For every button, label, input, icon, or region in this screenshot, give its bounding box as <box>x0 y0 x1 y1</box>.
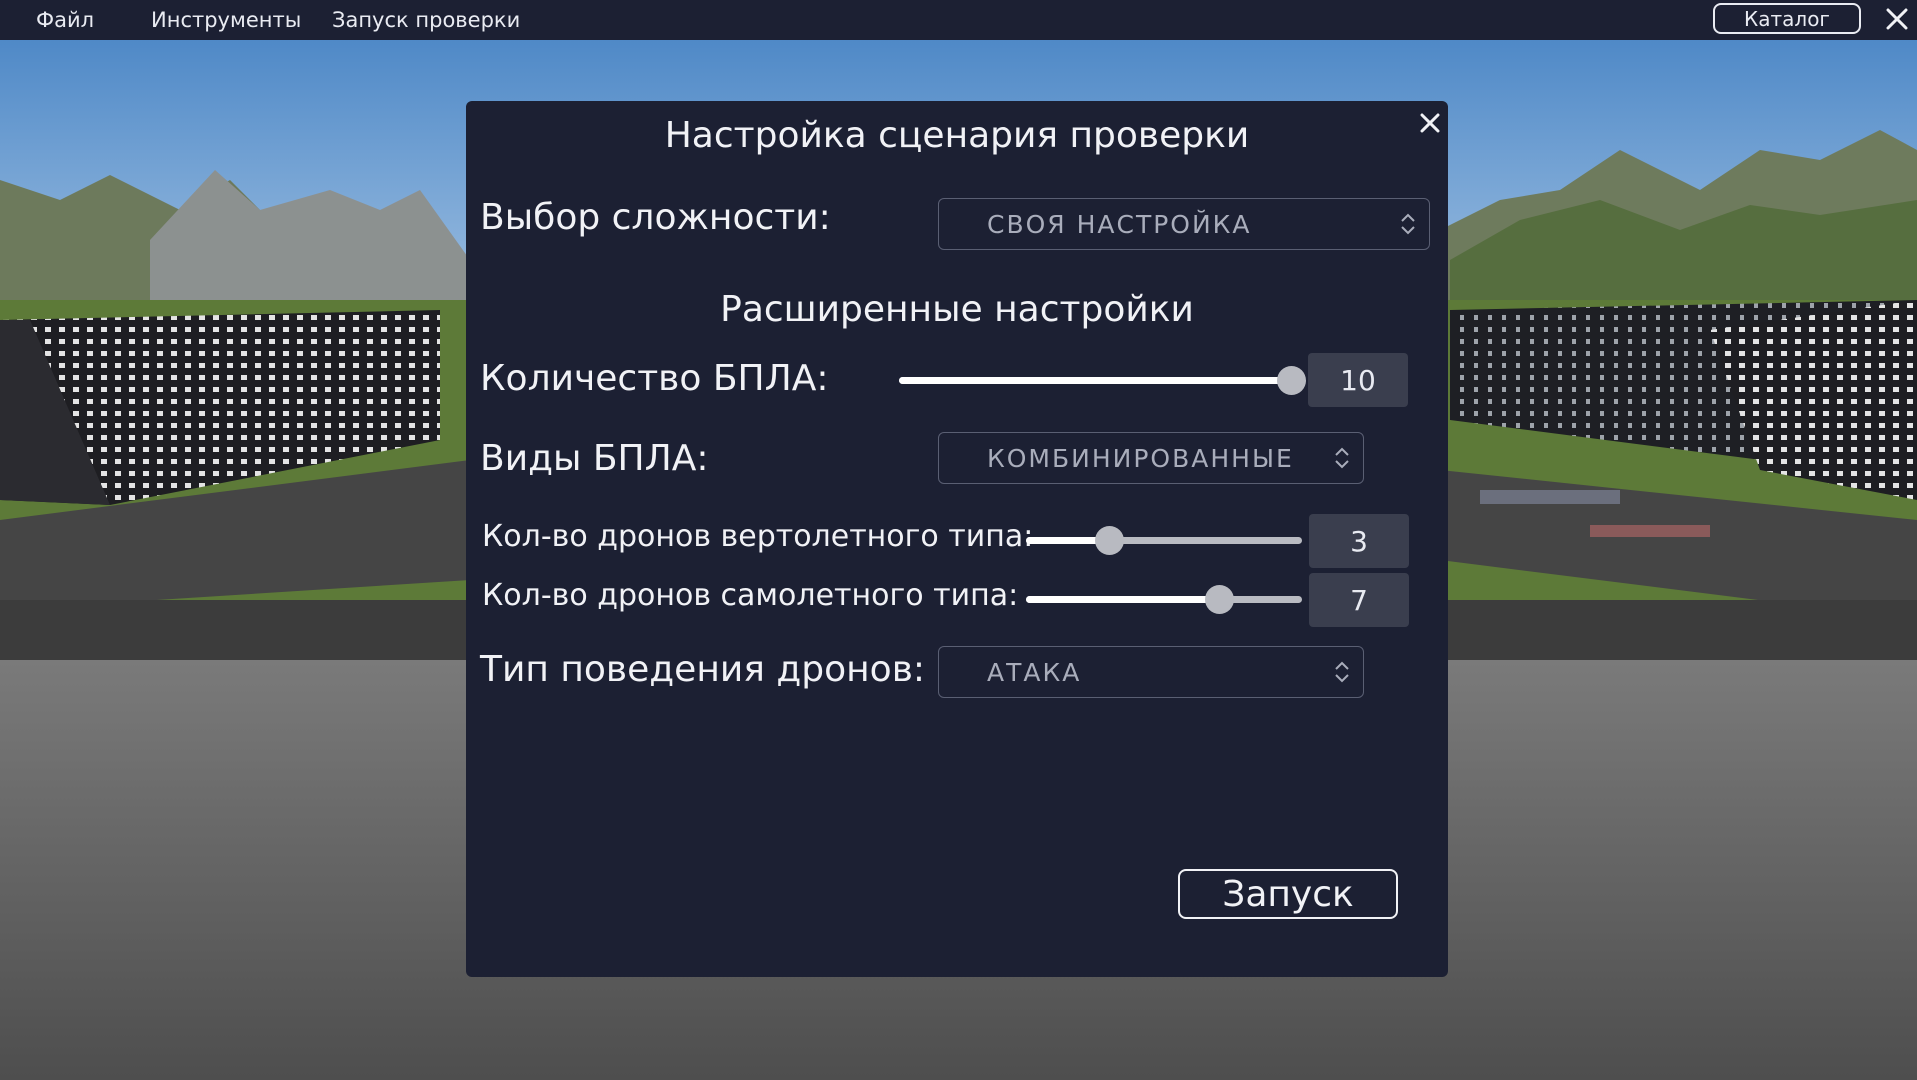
launch-button[interactable]: Запуск <box>1178 869 1398 919</box>
uav-count-slider[interactable] <box>899 365 1306 395</box>
helicopter-drones-slider[interactable] <box>1026 525 1302 555</box>
slider-thumb[interactable] <box>1205 585 1235 614</box>
slider-fill <box>899 377 1291 384</box>
helicopter-drones-label: Кол-во дронов вертолетного типа: <box>482 519 1034 554</box>
dialog-title: Настройка сценария проверки <box>664 115 1250 156</box>
uav-count-value[interactable]: 10 <box>1308 353 1408 407</box>
slider-fill <box>1026 596 1220 603</box>
uav-count-label: Количество БПЛА: <box>480 358 829 399</box>
chevron-updown-icon <box>1401 213 1415 235</box>
scenario-settings-dialog: Настройка сценария проверки Выбор сложно… <box>466 101 1448 977</box>
dialog-close-icon[interactable] <box>1414 107 1446 139</box>
menu-item-tools[interactable]: Инструменты <box>151 8 301 32</box>
plane-drones-value[interactable]: 7 <box>1309 573 1409 627</box>
difficulty-select[interactable]: СВОЯ НАСТРОЙКА <box>938 198 1430 250</box>
chevron-updown-icon <box>1335 661 1349 683</box>
difficulty-value: СВОЯ НАСТРОЙКА <box>987 210 1252 239</box>
uav-types-select[interactable]: КОМБИНИРОВАННЫЕ <box>938 432 1364 484</box>
plane-drones-slider[interactable] <box>1026 584 1302 614</box>
catalog-button[interactable]: Каталог <box>1713 3 1861 34</box>
advanced-settings-title: Расширенные настройки <box>720 289 1194 330</box>
slider-thumb[interactable] <box>1277 366 1306 395</box>
behavior-value: АТАКА <box>987 658 1082 687</box>
slider-thumb[interactable] <box>1094 526 1124 555</box>
behavior-label: Тип поведения дронов: <box>480 649 926 690</box>
difficulty-label: Выбор сложности: <box>480 197 831 238</box>
behavior-select[interactable]: АТАКА <box>938 646 1364 698</box>
plane-drones-label: Кол-во дронов самолетного типа: <box>482 578 1019 613</box>
menu-item-file[interactable]: Файл <box>36 8 94 32</box>
helicopter-drones-value[interactable]: 3 <box>1309 514 1409 568</box>
uav-types-value: КОМБИНИРОВАННЫЕ <box>987 444 1294 473</box>
chevron-updown-icon <box>1335 447 1349 469</box>
close-icon[interactable] <box>1882 4 1912 34</box>
uav-types-label: Виды БПЛА: <box>480 438 709 479</box>
menu-bar: Файл Инструменты Запуск проверки Каталог <box>0 0 1917 40</box>
menu-item-run-check[interactable]: Запуск проверки <box>332 8 520 32</box>
